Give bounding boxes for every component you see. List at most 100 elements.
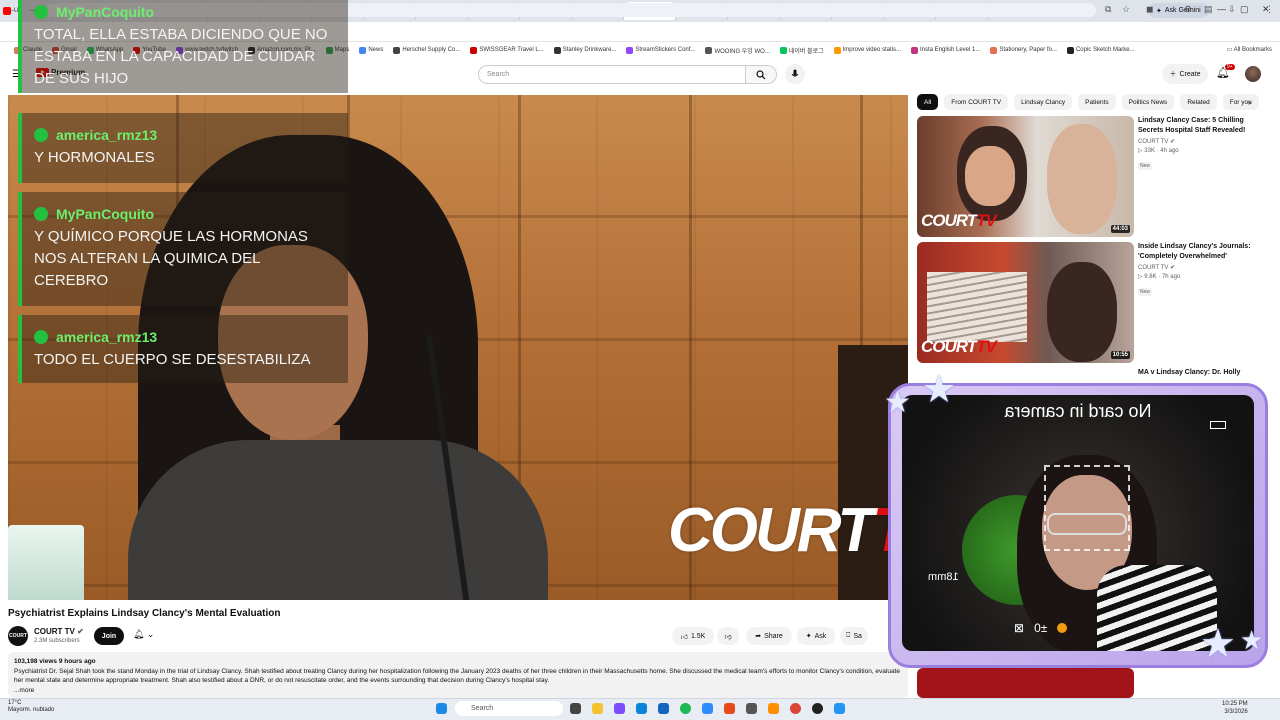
bookmark-item[interactable]: StreamStickers Conf... bbox=[626, 46, 696, 54]
rec-stats: ▷ 9.8K · 7h ago bbox=[1138, 274, 1181, 280]
minimize-icon[interactable]: — bbox=[1217, 4, 1226, 14]
bookmark-favicon-icon bbox=[990, 46, 998, 54]
courttv-logo: COURTTV bbox=[921, 211, 997, 231]
recommended-video[interactable]: COURTTV 44:03 Lindsay Clancy Case: 5 Chi… bbox=[917, 116, 1272, 238]
thumbs-up-icon: 👍︎ bbox=[680, 633, 688, 641]
filter-chip[interactable]: Politics News bbox=[1121, 94, 1175, 110]
puzzle-icon[interactable]: ⚙ bbox=[1184, 4, 1192, 15]
copilot-icon[interactable] bbox=[614, 703, 625, 714]
chat-message: MyPanCoquito TOTAL, ELLA ESTABA DICIENDO… bbox=[18, 0, 348, 93]
bookmark-label: Improve video statis... bbox=[842, 47, 901, 53]
rec-channel[interactable]: COURT TV ✔ bbox=[1138, 264, 1266, 271]
exposure-value: 0± bbox=[1034, 621, 1048, 635]
show-more-link[interactable]: ...more bbox=[14, 686, 902, 696]
filter-chip[interactable]: Related bbox=[1180, 94, 1217, 110]
install-icon[interactable]: ⧉ bbox=[1105, 4, 1111, 15]
chevron-right-icon[interactable]: › bbox=[1248, 97, 1251, 107]
bookmark-item[interactable]: Improve video statis... bbox=[833, 46, 901, 54]
system-clock[interactable]: 10:25 PM 3/3/2026 bbox=[1222, 700, 1248, 716]
save-button[interactable]: ⎕ Sa bbox=[840, 627, 868, 645]
account-avatar[interactable] bbox=[1245, 66, 1261, 82]
voice-search-button[interactable] bbox=[785, 64, 805, 84]
edge-icon[interactable] bbox=[636, 703, 647, 714]
app-icon[interactable] bbox=[746, 703, 757, 714]
spotify-icon[interactable] bbox=[680, 703, 691, 714]
channel-avatar[interactable]: COURT bbox=[8, 626, 28, 646]
microphone-icon bbox=[791, 69, 799, 77]
description-box[interactable]: 103,198 views 9 hours ago Psychiatrist D… bbox=[8, 652, 908, 698]
app-icon[interactable] bbox=[724, 703, 735, 714]
rec-channel-text: COURT TV bbox=[1138, 139, 1169, 145]
thumb-person-right bbox=[1047, 124, 1117, 234]
bookmark-favicon-icon bbox=[1066, 46, 1074, 54]
camera-hud-bottom: ⊠ 0± bbox=[1014, 621, 1068, 635]
like-button[interactable]: 👍︎ 1.5K bbox=[672, 627, 714, 645]
filter-chip[interactable]: All bbox=[917, 94, 939, 110]
rec-title[interactable]: Lindsay Clancy Case: 5 Chilling Secrets … bbox=[1138, 116, 1266, 136]
create-button[interactable]: ＋ Create bbox=[1162, 64, 1208, 84]
star-decoration-icon: ★ bbox=[1200, 622, 1236, 666]
sidepanel-icon[interactable]: ▤ bbox=[1204, 4, 1213, 15]
share-button[interactable]: ➦ Share bbox=[746, 627, 792, 645]
recommended-video[interactable]: COURTTV 10:55 Inside Lindsay Clancy's Jo… bbox=[917, 242, 1272, 364]
ask-gemini-button[interactable]: ✦ Ask Gemini bbox=[1148, 3, 1209, 18]
bookmark-favicon-icon bbox=[470, 46, 478, 54]
bookmark-item[interactable]: News bbox=[359, 46, 384, 54]
weather-widget[interactable]: 17°C Mayorm. nublado bbox=[8, 700, 54, 714]
bookmark-label: News bbox=[368, 47, 384, 53]
filter-chip[interactable]: Patients bbox=[1078, 94, 1116, 110]
rec-title[interactable]: Inside Lindsay Clancy's Journals: 'Compl… bbox=[1138, 242, 1266, 262]
task-view-icon[interactable] bbox=[570, 703, 581, 714]
bookmark-item[interactable]: Herschel Supply Co... bbox=[393, 46, 460, 54]
filter-chip[interactable]: Lindsay Clancy bbox=[1014, 94, 1073, 110]
bookmark-item[interactable]: Stationery, Paper fo... bbox=[990, 46, 1057, 54]
filter-chip[interactable]: For you bbox=[1222, 94, 1259, 110]
all-bookmarks[interactable]: ▭ All Bookmarks bbox=[1227, 46, 1272, 53]
menu-icon[interactable]: ⋮ bbox=[1265, 4, 1274, 15]
bookmark-item[interactable]: Insta English Level 1... bbox=[910, 46, 980, 54]
video-thumbnail[interactable]: COURTTV 44:03 bbox=[917, 116, 1134, 237]
extension-icon[interactable]: ◼ bbox=[1146, 4, 1153, 15]
zoom-icon[interactable] bbox=[702, 703, 713, 714]
download-icon[interactable]: ⇩ bbox=[1228, 4, 1236, 15]
recording-dot-icon bbox=[1057, 623, 1068, 633]
video-duration: 44:03 bbox=[1110, 225, 1130, 233]
bookmark-item[interactable]: SWISSGEAR Travel L... bbox=[470, 46, 544, 54]
chat-text: Y HORMONALES bbox=[34, 149, 155, 166]
filter-chip[interactable]: From COURT TV bbox=[944, 94, 1009, 110]
video-meta: Lindsay Clancy Case: 5 Chilling Secrets … bbox=[1138, 116, 1266, 172]
chrome-icon[interactable] bbox=[790, 703, 801, 714]
bookmark-item[interactable]: Copic Sketch Marke... bbox=[1066, 46, 1135, 54]
search-button[interactable] bbox=[746, 65, 777, 84]
taskbar-search[interactable]: Search bbox=[455, 701, 563, 716]
maximize-icon[interactable]: ▢ bbox=[1240, 4, 1249, 15]
bookmark-item[interactable]: 네이버 블로그 bbox=[779, 46, 824, 55]
windows-start-icon[interactable] bbox=[436, 703, 447, 714]
webcam-overlay: No card in camera 18mm ⊠ 0± ★ ★ ★ ★ bbox=[870, 369, 1270, 673]
obs-icon[interactable] bbox=[812, 703, 823, 714]
bookmark-item[interactable]: WOOING 우잉 WO... bbox=[705, 46, 770, 55]
join-button[interactable]: Join bbox=[94, 627, 124, 645]
channel-name[interactable]: COURT TV ✔ bbox=[34, 627, 84, 636]
bookmark-star-icon[interactable]: ☆ bbox=[1122, 4, 1130, 15]
clock-time: 10:25 PM bbox=[1222, 701, 1248, 707]
bookmark-item[interactable]: Stanley Drinkware... bbox=[553, 46, 616, 54]
subscriber-count: 2.3M subscribers bbox=[34, 638, 80, 644]
bookmark-label: StreamStickers Conf... bbox=[635, 47, 696, 53]
battery-icon bbox=[1210, 421, 1226, 429]
app-icon[interactable] bbox=[658, 703, 669, 714]
ask-button[interactable]: ✦ Ask bbox=[797, 627, 835, 645]
app-icon[interactable] bbox=[834, 703, 845, 714]
dislike-button[interactable]: 👎︎ bbox=[717, 627, 739, 645]
user-badge-icon bbox=[34, 330, 48, 344]
description-text: Psychiatrist Dr. Sejal Shah took the sta… bbox=[14, 667, 901, 685]
rec-channel[interactable]: COURT TV ✔ bbox=[1138, 138, 1266, 145]
star-decoration-icon: ★ bbox=[922, 369, 957, 411]
video-thumbnail[interactable]: COURTTV 10:55 bbox=[917, 242, 1134, 363]
file-explorer-icon[interactable] bbox=[592, 703, 603, 714]
subscribed-bell-icon[interactable]: 🔔︎ ⌄ bbox=[133, 629, 154, 640]
like-count: 1.5K bbox=[690, 632, 706, 640]
search-input[interactable]: Search bbox=[478, 65, 746, 84]
app-icon[interactable] bbox=[768, 703, 779, 714]
courttv-logo: COURTTV bbox=[921, 337, 997, 357]
